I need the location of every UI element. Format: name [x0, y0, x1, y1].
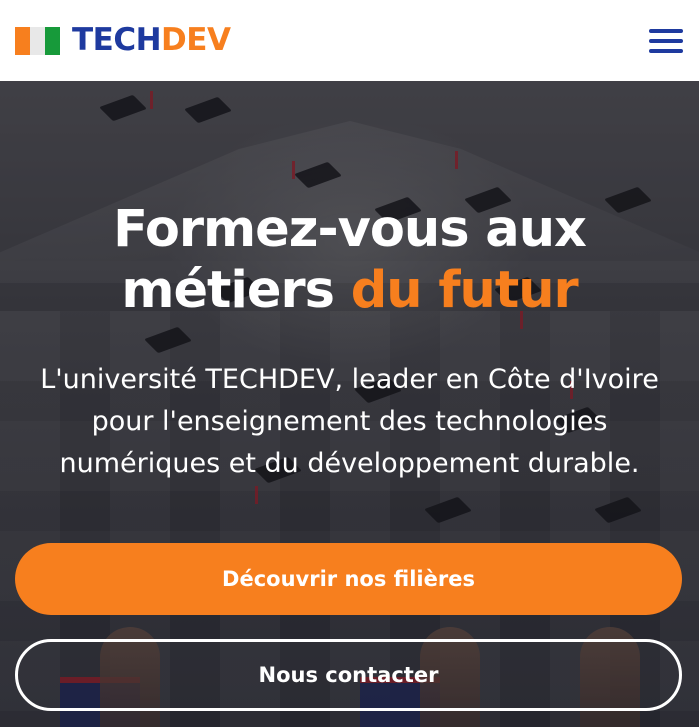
logo-tech-text: TECH [72, 22, 162, 58]
hero-title-line2: métiers [121, 261, 351, 320]
hero-title-accent: du futur [350, 261, 579, 320]
hamburger-menu-icon[interactable] [649, 26, 683, 56]
logo-wordmark: TECHDEV [72, 22, 231, 58]
logo-dev-text: DEV [161, 22, 231, 58]
hero-title-line1: Formez-vous aux [113, 200, 587, 259]
hero-section: Formez-vous aux métiers du futur L'unive… [0, 81, 699, 727]
ivory-coast-flag-icon [15, 26, 60, 55]
brand-logo[interactable]: TECHDEV [15, 22, 231, 58]
site-header: TECHDEV [0, 0, 699, 81]
contact-us-button[interactable]: Nous contacter [15, 639, 682, 711]
hero-description: L'université TECHDEV, leader en Côte d'I… [40, 364, 659, 479]
discover-programs-button[interactable]: Découvrir nos filières [15, 543, 682, 615]
hero-content: Formez-vous aux métiers du futur L'unive… [0, 81, 699, 727]
hero-title: Formez-vous aux métiers du futur [0, 199, 699, 321]
